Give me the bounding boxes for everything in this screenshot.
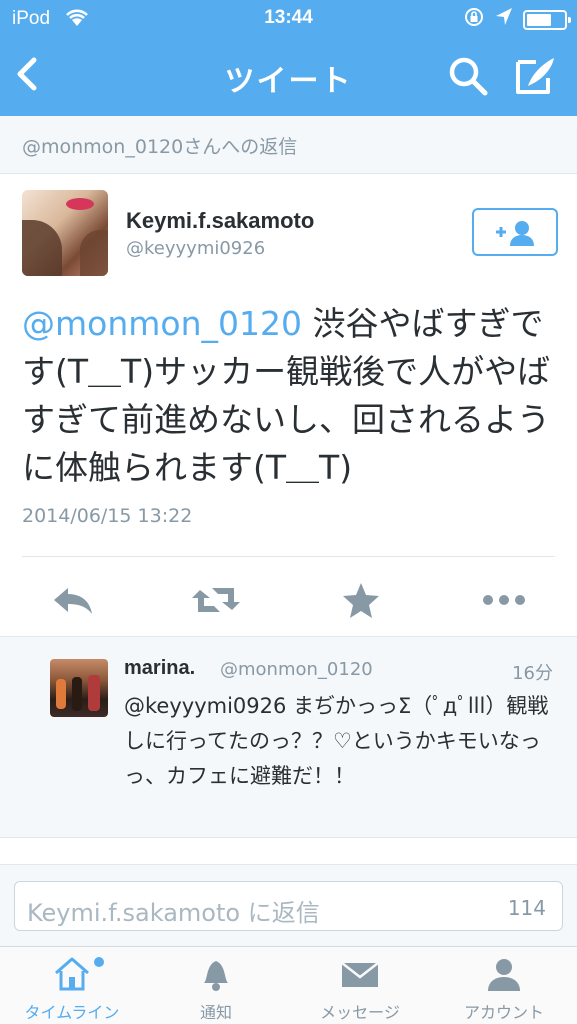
reply-timestamp: 16分 <box>512 663 553 684</box>
tab-label: 通知 <box>199 1003 232 1022</box>
tab-bar: タイムライン 通知 メッセージ アカウント <box>0 946 577 1024</box>
divider <box>22 556 555 557</box>
status-bar: iPod 13:44 <box>0 0 577 36</box>
tab-messages[interactable]: メッセージ <box>288 947 432 1024</box>
reply-author-name[interactable]: marina. <box>124 657 195 680</box>
tweet-text: @monmon_0120 渋谷やばすぎです(T＿T)サッカー観戦後で人がやばすぎ… <box>22 300 562 492</box>
location-icon <box>495 7 513 32</box>
tab-label: メッセージ <box>320 1003 400 1022</box>
tweet-timestamp: 2014/06/15 13:22 <box>22 505 193 527</box>
tab-account[interactable]: アカウント <box>432 947 576 1024</box>
follow-button[interactable] <box>472 208 558 256</box>
add-user-icon <box>496 221 534 246</box>
reply-input[interactable]: Keymi.f.sakamoto に返信 114 <box>14 881 563 931</box>
reply-compose-bar: Keymi.f.sakamoto に返信 114 <box>0 864 577 946</box>
rotation-lock-icon <box>463 6 485 33</box>
search-icon[interactable] <box>446 54 490 98</box>
tweet-actions <box>0 568 577 632</box>
divider <box>0 837 577 838</box>
tab-notifications[interactable]: 通知 <box>144 947 288 1024</box>
bell-icon <box>204 961 228 991</box>
reply-avatar[interactable] <box>50 659 108 717</box>
more-options-icon[interactable] <box>480 580 530 620</box>
avatar[interactable] <box>22 190 108 276</box>
battery-icon <box>523 9 571 30</box>
character-count: 114 <box>507 896 546 920</box>
author-handle[interactable]: @keyyymi0926 <box>126 238 265 259</box>
retweet-icon[interactable] <box>190 580 240 620</box>
home-icon <box>55 957 89 991</box>
unread-dot <box>94 957 104 967</box>
person-icon <box>488 959 520 991</box>
reply-icon[interactable] <box>48 580 98 620</box>
tab-label: タイムライン <box>24 1003 120 1022</box>
reply-input-placeholder: Keymi.f.sakamoto に返信 <box>27 899 320 927</box>
reply-context[interactable]: @monmon_0120さんへの返信 <box>0 116 577 174</box>
tab-timeline[interactable]: タイムライン <box>0 947 144 1024</box>
envelope-icon <box>341 962 379 987</box>
mention-link[interactable]: @monmon_0120 <box>22 304 302 343</box>
reply-author-handle[interactable]: @monmon_0120 <box>220 659 373 680</box>
favorite-star-icon[interactable] <box>336 580 386 620</box>
header: iPod 13:44 ツイート <box>0 0 577 116</box>
page-title: ツイート <box>224 64 353 99</box>
tab-label: アカウント <box>463 1003 544 1022</box>
reply-text: @keyyymi0926 まぢかっっΣ（ﾟдﾟlll）観戦しに行ってたのっ？？♡… <box>124 694 549 788</box>
author-name[interactable]: Keymi.f.sakamoto <box>126 208 314 234</box>
reply-tweet[interactable]: marina. @monmon_0120 16分 @keyyymi0926 まぢ… <box>0 637 577 837</box>
compose-icon[interactable] <box>512 54 560 98</box>
reply-context-label: @monmon_0120さんへの返信 <box>22 136 298 158</box>
